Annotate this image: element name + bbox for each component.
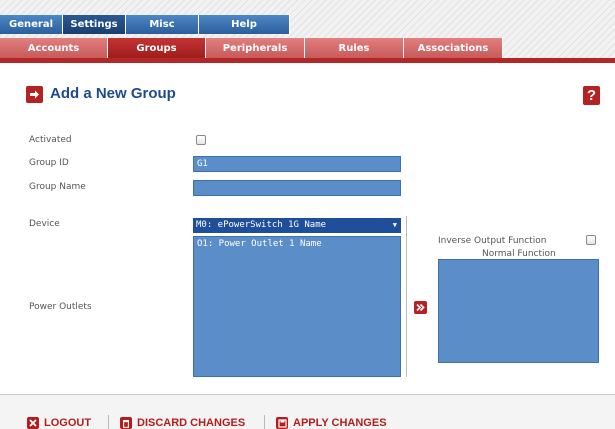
- divider: [406, 216, 407, 377]
- subtab-associations[interactable]: Associations: [404, 38, 503, 58]
- tab-general[interactable]: General: [0, 15, 63, 34]
- help-icon[interactable]: ?: [583, 86, 600, 105]
- normal-function-list[interactable]: [438, 259, 599, 363]
- subtab-groups[interactable]: Groups: [108, 38, 206, 58]
- device-select-value: M0: ePowerSwitch 1G Name: [196, 220, 327, 230]
- page-title: Add a New Group: [50, 85, 176, 102]
- double-chevron-right-icon: [416, 303, 425, 312]
- tab-help[interactable]: Help: [199, 15, 290, 34]
- group-name-input[interactable]: [193, 180, 401, 196]
- apply-changes-label: APPLY CHANGES: [293, 417, 387, 429]
- normal-function-label: Normal Function: [482, 249, 556, 259]
- device-label: Device: [29, 219, 60, 229]
- logout-button[interactable]: LOGOUT: [27, 417, 91, 429]
- discard-changes-label: DISCARD CHANGES: [137, 417, 246, 429]
- activated-checkbox[interactable]: [196, 135, 206, 145]
- logout-label: LOGOUT: [44, 417, 92, 429]
- inverse-output-checkbox[interactable]: [586, 235, 596, 245]
- save-icon: [276, 417, 288, 429]
- main-tabs: General Settings Misc Help: [0, 15, 290, 34]
- trash-icon: [120, 417, 132, 429]
- group-id-label: Group ID: [29, 158, 69, 168]
- close-icon: [27, 417, 39, 429]
- arrow-right-icon: [26, 86, 43, 103]
- subtab-rules[interactable]: Rules: [305, 38, 404, 58]
- footer-separator: [108, 415, 109, 429]
- chevron-down-icon: ▼: [392, 221, 397, 229]
- group-name-label: Group Name: [29, 182, 86, 192]
- inverse-output-label: Inverse Output Function: [438, 236, 547, 246]
- list-item[interactable]: O1: Power Outlet 1 Name: [194, 237, 400, 250]
- footer-separator: [264, 415, 265, 429]
- sub-tabs: Accounts Groups Peripherals Rules Associ…: [0, 38, 503, 58]
- apply-changes-button[interactable]: APPLY CHANGES: [276, 417, 387, 429]
- tab-misc[interactable]: Misc: [126, 15, 199, 34]
- group-id-input[interactable]: G1: [193, 156, 401, 172]
- power-outlets-list[interactable]: O1: Power Outlet 1 Name: [193, 236, 401, 377]
- move-right-button[interactable]: [414, 301, 427, 314]
- activated-label: Activated: [29, 135, 72, 145]
- power-outlets-label: Power Outlets: [29, 302, 92, 312]
- subtab-accounts[interactable]: Accounts: [0, 38, 108, 58]
- discard-changes-button[interactable]: DISCARD CHANGES: [120, 417, 245, 429]
- device-select[interactable]: M0: ePowerSwitch 1G Name ▼: [193, 218, 401, 233]
- tab-settings[interactable]: Settings: [63, 15, 126, 34]
- subtab-peripherals[interactable]: Peripherals: [206, 38, 305, 58]
